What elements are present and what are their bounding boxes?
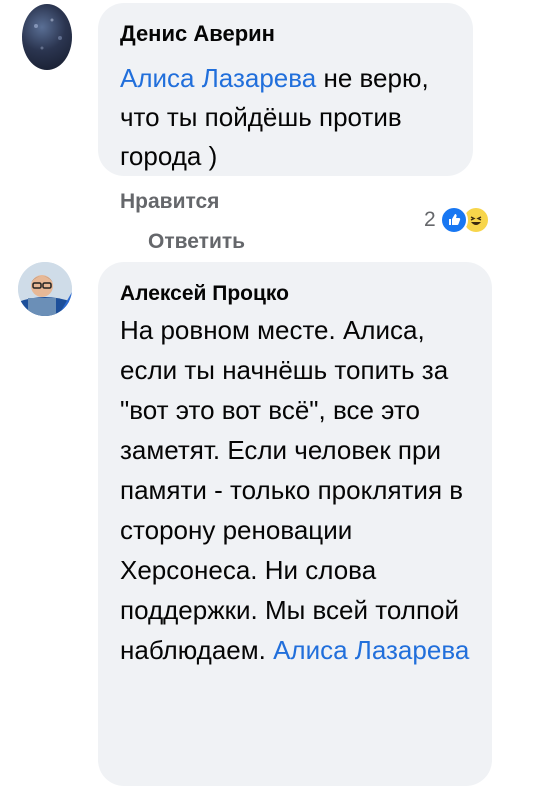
avatar-aleksey[interactable]	[18, 262, 72, 316]
reaction-count: 2	[424, 208, 436, 231]
like-button[interactable]: Нравится	[120, 190, 219, 214]
comment-author[interactable]: Денис Аверин	[120, 21, 275, 47]
mention-link[interactable]: Алиса Лазарева	[120, 63, 316, 93]
avatar-denis[interactable]	[22, 4, 72, 70]
reply-button[interactable]: Ответить	[148, 230, 245, 254]
mention-link[interactable]: Алиса Лазарева	[273, 635, 469, 665]
comment-text: На ровном месте. Алиса, если ты начнёшь …	[120, 310, 480, 670]
comment-text: Алиса Лазарева не верю, что ты пойдёшь п…	[120, 59, 460, 176]
comment-body: На ровном месте. Алиса, если ты начнёшь …	[120, 315, 464, 665]
like-icon	[439, 206, 468, 234]
comment-bubble: Денис Аверин Алиса Лазарева не верю, что…	[98, 3, 473, 176]
comment-author[interactable]: Алексей Процко	[120, 282, 289, 306]
reaction-summary[interactable]: 2	[424, 205, 490, 235]
comment-bubble: Алексей Процко На ровном месте. Алиса, е…	[98, 262, 492, 786]
